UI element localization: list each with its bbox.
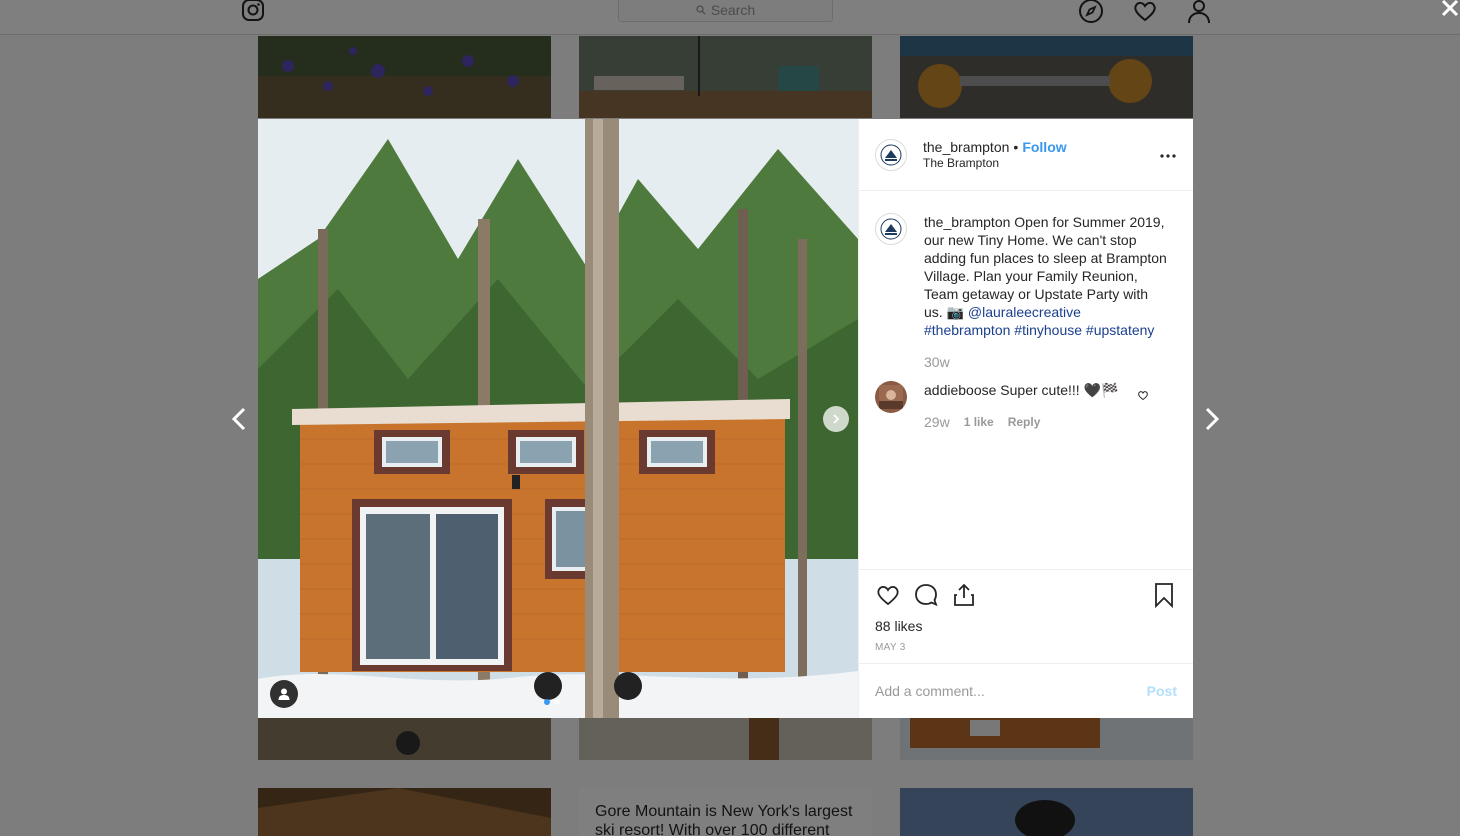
brampton-logo-icon	[880, 218, 902, 240]
tagged-user-button[interactable]	[270, 680, 298, 708]
previous-post-arrow-icon[interactable]	[229, 404, 249, 434]
account-avatar[interactable]	[875, 138, 907, 171]
hashtag-link[interactable]: #tinyhouse	[1014, 322, 1082, 338]
profile-photo-icon	[879, 385, 903, 409]
comments-section: the_brampton Open for Summer 2019, our n…	[859, 191, 1193, 569]
caption-timestamp[interactable]: 30w	[924, 353, 950, 371]
post-sidebar: the_brampton • Follow The Brampton the_b…	[858, 119, 1193, 718]
post-actions: 88 likes MAY 3	[859, 569, 1193, 663]
comment-likes[interactable]: 1 like	[964, 413, 994, 431]
tiny-house-photo	[258, 119, 858, 718]
comment-input[interactable]	[875, 683, 1147, 699]
comment-username[interactable]: addieboose	[924, 382, 996, 398]
next-post-arrow-icon[interactable]	[1202, 404, 1222, 434]
carousel-indicator	[544, 699, 560, 705]
more-options-icon[interactable]	[1159, 147, 1177, 165]
carousel-next-button[interactable]	[823, 406, 849, 432]
post-modal: the_brampton • Follow The Brampton the_b…	[258, 119, 1193, 718]
follow-button[interactable]: Follow	[1022, 139, 1066, 155]
mention-link[interactable]: @lauraleecreative	[968, 304, 1081, 320]
like-heart-icon[interactable]	[875, 582, 901, 608]
add-comment-bar: Post	[859, 663, 1193, 718]
brampton-logo-icon	[880, 144, 902, 165]
share-icon[interactable]	[951, 582, 977, 608]
username-link[interactable]: the_brampton	[923, 139, 1009, 155]
post-photo[interactable]	[258, 119, 858, 718]
separator-dot: •	[1013, 139, 1019, 155]
caption: the_brampton Open for Summer 2019, our n…	[875, 213, 1177, 371]
commenter-avatar[interactable]	[875, 381, 907, 413]
carousel-dot	[554, 699, 560, 705]
caption-avatar[interactable]	[875, 213, 907, 245]
likes-count[interactable]: 88 likes	[875, 618, 1177, 634]
hashtag-link[interactable]: #upstateny	[1086, 322, 1155, 338]
user-tag-icon	[278, 688, 290, 700]
post-header: the_brampton • Follow The Brampton	[859, 119, 1193, 191]
comment-like-heart-icon[interactable]	[1137, 389, 1149, 401]
comment-timestamp[interactable]: 29w	[924, 413, 950, 431]
carousel-dot	[544, 699, 550, 705]
post-comment-button[interactable]: Post	[1147, 683, 1177, 699]
hashtag-link[interactable]: #thebrampton	[924, 322, 1010, 338]
reply-button[interactable]: Reply	[1008, 413, 1041, 431]
close-icon[interactable]	[1439, 0, 1460, 19]
post-date[interactable]: MAY 3	[875, 642, 1177, 653]
location-link[interactable]: The Brampton	[923, 156, 1067, 170]
comment-bubble-icon[interactable]	[913, 582, 939, 608]
comment-item: addieboose Super cute!!! 🖤🏁 29w 1 like R…	[875, 381, 1177, 431]
chevron-right-icon	[833, 414, 840, 424]
comment-text: Super cute!!! 🖤🏁	[996, 382, 1119, 398]
caption-username[interactable]: the_brampton	[924, 214, 1010, 230]
bookmark-icon[interactable]	[1151, 582, 1177, 608]
